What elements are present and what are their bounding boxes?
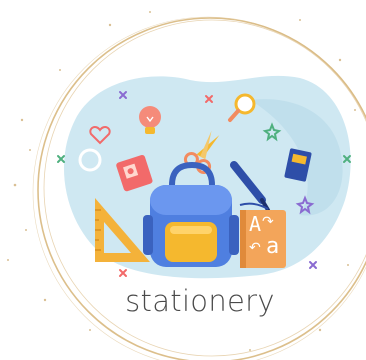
book-letter-bottom: a	[266, 234, 280, 259]
stationery-category-card[interactable]: A a ↷ ↶ stationery	[0, 0, 366, 360]
book-letter-top: A	[249, 212, 262, 236]
category-caption: stationery	[125, 284, 275, 318]
book-arrow-bottom: ↶	[249, 240, 261, 256]
book-arrow-top: ↷	[262, 214, 274, 230]
